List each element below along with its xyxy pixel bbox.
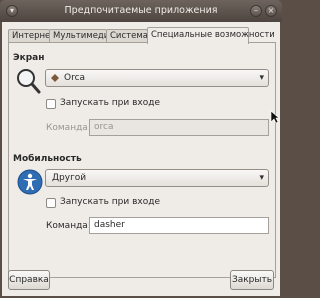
- tab-internet[interactable]: Интернет: [8, 29, 55, 43]
- mobility-command-field[interactable]: dasher: [89, 217, 269, 234]
- accessibility-icon: [17, 169, 43, 195]
- chevron-down-icon: ▾: [259, 73, 264, 83]
- help-button[interactable]: Справка: [8, 270, 50, 290]
- screen-app-select[interactable]: Orca ▾: [45, 69, 269, 87]
- minimize-icon: –: [254, 6, 258, 15]
- mobility-start-at-login-checkbox[interactable]: [46, 198, 56, 208]
- accessibility-panel: Экран Orca ▾ Запускать при входе Команда…: [8, 42, 276, 278]
- mobility-command-label: Команда:: [46, 221, 91, 231]
- chevron-down-icon: ▾: [259, 173, 264, 183]
- screen-section-title: Экран: [13, 53, 45, 63]
- screen-command-field[interactable]: orca: [89, 119, 269, 136]
- close-window-button[interactable]: ×: [265, 5, 277, 17]
- tab-accessibility[interactable]: Специальные возможности: [147, 27, 275, 44]
- dialog-body: Интернет Мультимедиа Система Специальные…: [2, 22, 280, 296]
- close-icon: ×: [267, 6, 275, 15]
- magnifier-icon: [17, 69, 41, 94]
- screen-start-at-login-checkbox[interactable]: [46, 99, 56, 109]
- tab-multimedia[interactable]: Мультимедиа: [49, 29, 115, 43]
- window-titlebar[interactable]: ▾ Предпочитаемые приложения – ×: [0, 0, 282, 22]
- app-icon: [51, 74, 59, 82]
- mouse-cursor-icon: [270, 110, 280, 124]
- mobility-app-select[interactable]: Другой ▾: [45, 169, 269, 187]
- screen-command-label: Команда:: [46, 123, 91, 133]
- tab-system[interactable]: Система: [106, 29, 148, 43]
- minimize-button[interactable]: –: [250, 5, 262, 17]
- mobility-section-title: Мобильность: [13, 154, 82, 164]
- mobility-app-value: Другой: [52, 173, 87, 183]
- screen-app-value: Orca: [64, 73, 86, 83]
- close-button[interactable]: Закрыть: [230, 270, 274, 290]
- mobility-start-at-login-label: Запускать при входе: [60, 197, 161, 207]
- window-title: Предпочитаемые приложения: [64, 5, 218, 16]
- screen-start-at-login-label: Запускать при входе: [60, 98, 161, 108]
